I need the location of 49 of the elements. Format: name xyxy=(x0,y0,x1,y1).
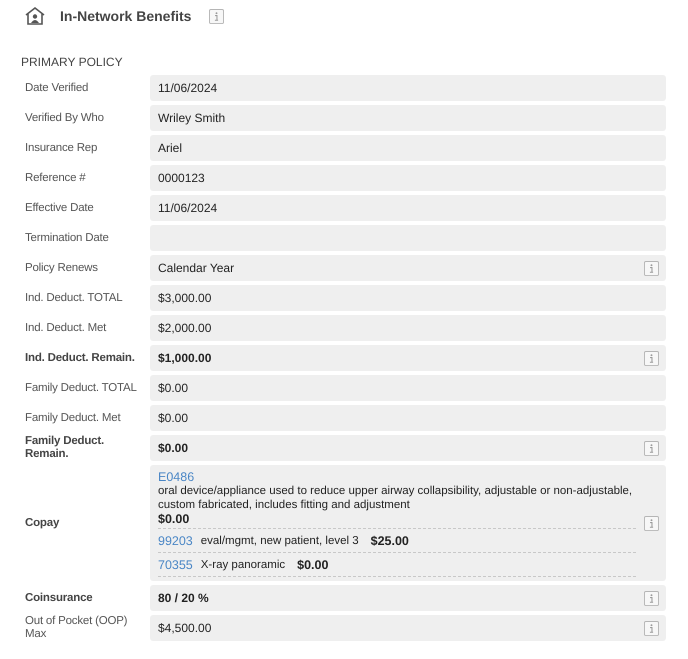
field-label: Family Deduct. TOTAL xyxy=(24,382,138,394)
procedure-description: eval/mgmt, new patient, level 3 xyxy=(200,534,359,548)
value-field: Calendar Year xyxy=(150,255,666,281)
field-label: Insurance Rep xyxy=(24,142,98,154)
procedure-description: X-ray panoramic xyxy=(200,558,286,572)
info-icon[interactable] xyxy=(644,440,659,456)
field-label: Out of Pocket (OOP) Max xyxy=(24,615,128,641)
procedure-description: oral device/appliance used to reduce upper airway collapsibility, adjustable or non-adjustable, custom fabricated, includes fitting and adjustment xyxy=(158,484,634,512)
value-field: $3,000.00 xyxy=(150,285,666,311)
copay-amount: $25.00 xyxy=(370,534,409,548)
copay-amount: $0.00 xyxy=(297,558,328,572)
section-title: In-Network Benefits xyxy=(60,8,192,24)
field-label: Date Verified xyxy=(24,82,90,94)
copay-amount: $0.00 xyxy=(158,512,190,526)
info-icon[interactable] xyxy=(644,620,659,636)
field-label: Verified By Who xyxy=(24,112,105,124)
value-field: 11/06/2024 xyxy=(150,195,666,221)
field-label: Policy Renews xyxy=(24,262,99,274)
field-label: Reference # xyxy=(24,172,87,184)
info-icon[interactable] xyxy=(644,260,659,276)
value-field: $1,000.00 xyxy=(150,345,666,371)
field-label: Ind. Deduct. Met xyxy=(24,322,108,334)
value-field: $4,500.00 xyxy=(150,615,666,641)
info-icon[interactable] xyxy=(644,590,659,606)
value-field: $0.00 xyxy=(150,375,666,401)
procedure-code-link[interactable]: 70355 xyxy=(158,558,193,572)
procedure-code-link[interactable]: E0486 xyxy=(158,470,194,484)
value-field: 11/06/2024 xyxy=(150,75,666,101)
value-field: 0000123 xyxy=(150,165,666,191)
value-field: $0.00 xyxy=(150,405,666,431)
procedure-code-link[interactable]: 99203 xyxy=(158,534,193,548)
info-icon[interactable] xyxy=(209,8,224,24)
field-label: Coinsurance xyxy=(24,592,94,604)
info-icon[interactable] xyxy=(644,516,659,531)
field-label: Termination Date xyxy=(24,232,110,244)
value-field: Ariel xyxy=(150,135,666,161)
value-field: Wriley Smith xyxy=(150,105,666,131)
field-label: Ind. Deduct. Remain. xyxy=(24,352,136,364)
house-icon xyxy=(24,6,46,26)
field-label: Ind. Deduct. TOTAL xyxy=(24,292,124,304)
field-label: Family Deduct. Remain. xyxy=(24,435,105,461)
info-icon[interactable] xyxy=(644,350,659,366)
field-label: Family Deduct. Met xyxy=(24,412,122,424)
value-field: $2,000.00 xyxy=(150,315,666,341)
section-heading: PRIMARY POLICY xyxy=(21,55,124,69)
field-label: Copay xyxy=(24,516,60,530)
field-label: Effective Date xyxy=(24,202,95,214)
value-field: $0.00 xyxy=(150,435,666,461)
value-field: 80 / 20 % xyxy=(150,585,666,611)
